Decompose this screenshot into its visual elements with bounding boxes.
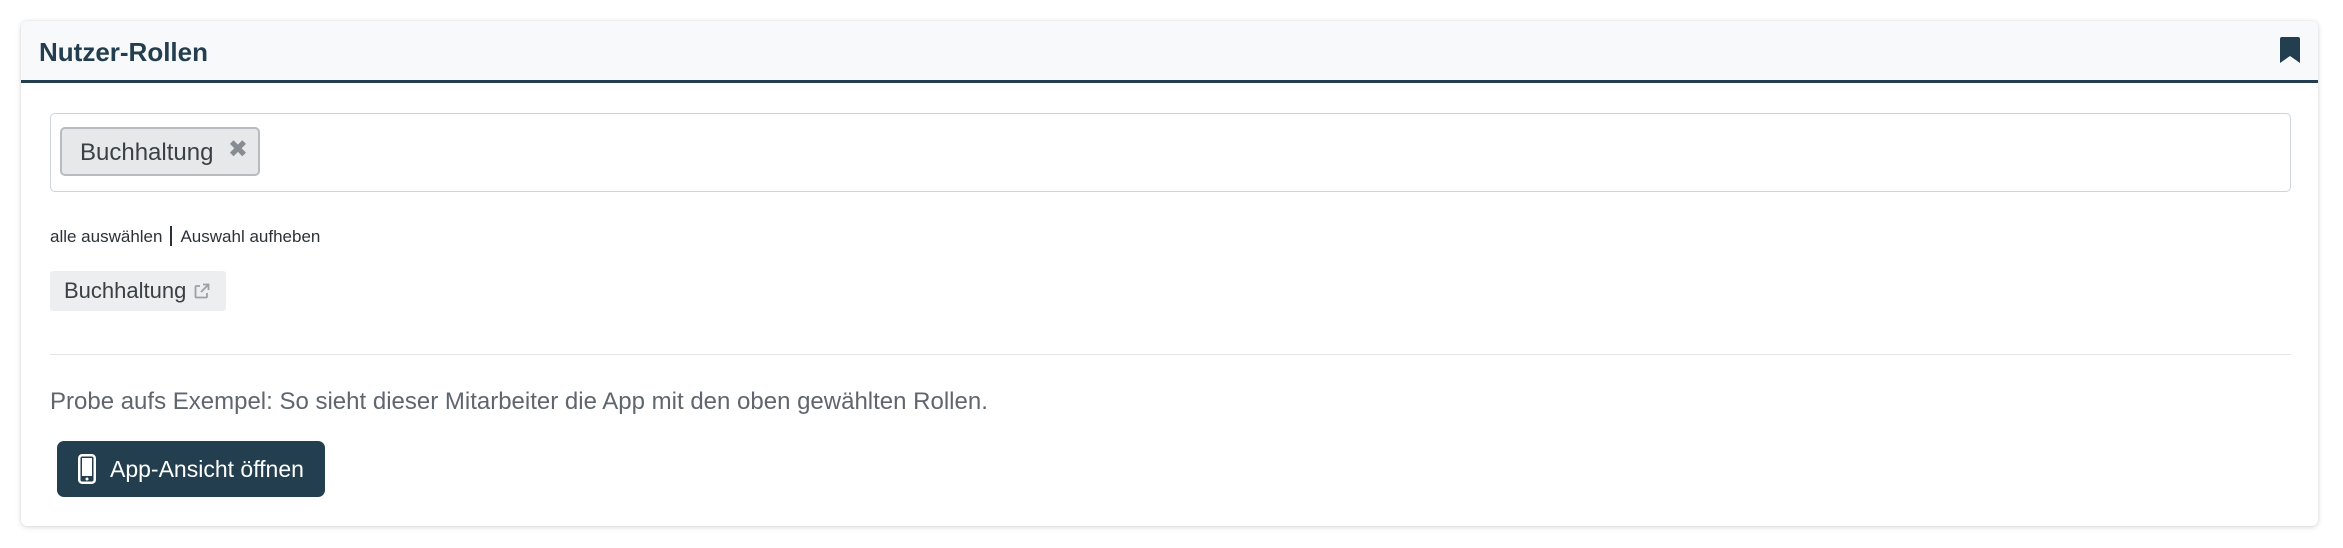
selected-role-chip: Buchhaltung ✖: [60, 127, 260, 176]
selected-role-label: Buchhaltung: [80, 139, 214, 166]
deselect-all-link[interactable]: Auswahl aufheben: [180, 227, 320, 246]
select-all-link[interactable]: alle auswählen: [50, 227, 162, 246]
role-tag-link[interactable]: Buchhaltung: [50, 271, 226, 311]
open-app-view-button[interactable]: App-Ansicht öffnen: [57, 441, 325, 497]
user-roles-panel: Nutzer-Rollen Buchhaltung ✖ alle auswähl…: [21, 21, 2318, 526]
external-link-icon: [194, 283, 210, 299]
close-icon[interactable]: ✖: [228, 138, 248, 162]
role-tag-label: Buchhaltung: [64, 278, 187, 303]
divider: [50, 354, 2291, 355]
open-app-view-label: App-Ansicht öffnen: [110, 456, 304, 482]
bookmark-icon[interactable]: [2280, 37, 2300, 63]
panel-title: Nutzer-Rollen: [39, 37, 208, 67]
selection-actions: alle auswählen Auswahl aufheben: [50, 226, 320, 248]
mobile-phone-icon: [78, 454, 96, 484]
preview-hint: Probe aufs Exempel: So sieht dieser Mita…: [50, 388, 988, 415]
separator: [170, 226, 173, 246]
roles-multiselect[interactable]: Buchhaltung ✖: [50, 113, 2291, 192]
panel-header: Nutzer-Rollen: [21, 21, 2318, 83]
